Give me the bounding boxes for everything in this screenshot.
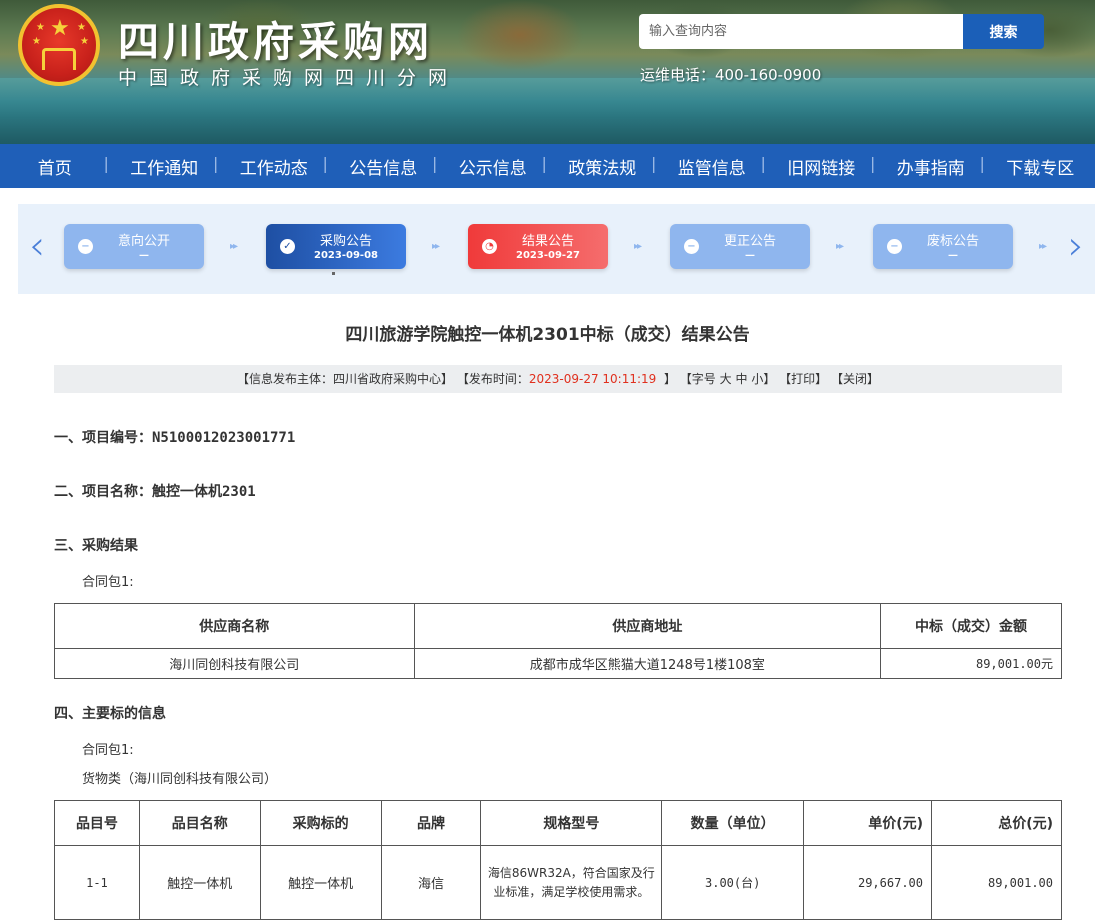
- step-date: 2023-09-27: [516, 250, 580, 261]
- column-header: 采购标的: [259, 800, 382, 846]
- nav-item-downloads[interactable]: 下载专区: [980, 154, 1095, 179]
- site-title[interactable]: 四川政府采购网: [118, 8, 433, 68]
- procurement-subject: 触控一体机: [259, 845, 382, 920]
- column-header: 供应商名称: [54, 603, 415, 649]
- table-row: 1-1 触控一体机 触控一体机 海信 海信86WR32A，符合国家及行业标准，满…: [54, 845, 1062, 920]
- nav-item-work-news[interactable]: 工作动态: [213, 154, 329, 179]
- column-header: 品牌: [380, 800, 482, 846]
- section-label: 一、项目编号：: [54, 430, 152, 446]
- step-cancellation-notice[interactable]: − 废标公告 —: [873, 224, 1013, 269]
- double-chevron-icon: ▸▸: [836, 241, 844, 252]
- publish-time: 2023-09-27 10:11:19: [528, 372, 657, 386]
- font-size-label: 【字号: [679, 372, 716, 386]
- column-header: 中标（成交）金额: [880, 603, 1062, 649]
- step-label: 更正公告: [723, 234, 776, 249]
- step-label: 结果公告: [521, 234, 574, 249]
- table-header-row: 供应商名称 供应商地址 中标（成交）金额: [54, 603, 1062, 649]
- header-banner: ★ ★ ★ ★ ★ 四川政府采购网 中国政府采购网四川分网 搜索 运维电话：40…: [0, 0, 1095, 144]
- double-chevron-icon: ▸▸: [1039, 241, 1047, 252]
- current-step-marker: [332, 272, 335, 275]
- items-table: 品目号 品目名称 采购标的 品牌 规格型号 数量（单位） 单价(元) 总价(元)…: [54, 800, 1062, 920]
- step-procurement-notice[interactable]: ✓ 采购公告 2023-09-08: [266, 224, 406, 269]
- section-label: 二、项目名称：: [54, 484, 152, 500]
- close-link[interactable]: 【关闭】: [831, 372, 879, 386]
- publish-time-end: 】: [663, 372, 676, 386]
- contract-package-label: 合同包1:: [82, 575, 134, 590]
- supplier-name: 海川同创科技有限公司: [54, 648, 415, 679]
- publisher-label: 【信息发布主体：: [236, 372, 333, 386]
- step-intention[interactable]: − 意向公开 —: [64, 224, 204, 269]
- item-number: 1-1: [54, 845, 140, 920]
- step-label: 意向公开: [117, 234, 170, 249]
- double-chevron-icon: ▸▸: [230, 241, 238, 252]
- chevron-left-icon[interactable]: ‹: [26, 226, 48, 270]
- table-row: 海川同创科技有限公司 成都市成华区熊猫大道1248号1楼108室 89,001.…: [54, 648, 1062, 679]
- step-result-notice[interactable]: ◔ 结果公告 2023-09-27: [468, 224, 608, 269]
- step-label: 废标公告: [926, 234, 979, 249]
- table-header-row: 品目号 品目名称 采购标的 品牌 规格型号 数量（单位） 单价(元) 总价(元): [54, 800, 1062, 846]
- step-label: 采购公告: [319, 234, 372, 249]
- section-project-name: 二、项目名称：触控一体机2301: [54, 481, 256, 501]
- column-header: 总价(元): [931, 800, 1062, 846]
- award-amount: 89,001.00元: [880, 648, 1062, 679]
- font-large-link[interactable]: 大: [720, 372, 732, 386]
- quantity: 3.00(台): [661, 845, 805, 920]
- minus-circle-icon: −: [684, 239, 699, 254]
- chevron-right-icon[interactable]: ›: [1065, 226, 1087, 270]
- project-name: 触控一体机2301: [152, 484, 256, 500]
- step-date: —: [948, 250, 958, 261]
- double-chevron-icon: ▸▸: [432, 241, 440, 252]
- brand: 海信: [380, 845, 482, 920]
- supplier-address: 成都市成华区熊猫大道1248号1楼108室: [413, 648, 882, 679]
- column-header: 品目名称: [138, 800, 261, 846]
- column-header: 品目号: [54, 800, 140, 846]
- step-date: —: [139, 250, 149, 261]
- nav-item-work-notice[interactable]: 工作通知: [104, 154, 220, 179]
- nav-item-guide[interactable]: 办事指南: [870, 154, 986, 179]
- section-project-number: 一、项目编号：N5100012023001771: [54, 427, 295, 447]
- search-input[interactable]: [639, 14, 963, 49]
- national-emblem-icon: ★ ★ ★ ★ ★: [18, 4, 100, 86]
- print-link[interactable]: 【打印】: [779, 372, 827, 386]
- result-table: 供应商名称 供应商地址 中标（成交）金额 海川同创科技有限公司 成都市成华区熊猫…: [54, 603, 1062, 679]
- nav-item-supervision[interactable]: 监管信息: [651, 154, 767, 179]
- column-header: 单价(元): [803, 800, 933, 846]
- column-header: 规格型号: [480, 800, 663, 846]
- item-name: 触控一体机: [138, 845, 261, 920]
- minus-circle-icon: −: [887, 239, 902, 254]
- search-button[interactable]: 搜索: [963, 14, 1044, 49]
- nav-item-announcements[interactable]: 公告信息: [323, 154, 439, 179]
- nav-item-old-site[interactable]: 旧网链接: [761, 154, 877, 179]
- publish-time-label: 【发布时间：: [456, 372, 529, 386]
- step-correction-notice[interactable]: − 更正公告 —: [670, 224, 810, 269]
- article-meta-bar: 【信息发布主体：四川省政府采购中心】 【发布时间：2023-09-27 10:1…: [54, 365, 1062, 393]
- procurement-progress: ‹ − 意向公开 — ▸▸ ✓ 采购公告 2023-09-08 ▸▸ ◔ 结果公…: [18, 204, 1095, 294]
- site-subtitle: 中国政府采购网四川分网: [118, 67, 460, 89]
- check-circle-icon: ✓: [280, 239, 295, 254]
- nav-item-policy[interactable]: 政策法规: [542, 154, 658, 179]
- publisher: 四川省政府采购中心】: [332, 372, 453, 386]
- unit-price: 29,667.00: [803, 845, 933, 920]
- column-header: 供应商地址: [413, 603, 882, 649]
- goods-category: 货物类（海川同创科技有限公司）: [82, 772, 278, 787]
- total-price: 89,001.00: [931, 845, 1062, 920]
- hotline-text: 运维电话：400-160-0900: [640, 66, 822, 84]
- font-medium-link[interactable]: 中: [735, 372, 747, 386]
- section-procurement-result: 三、采购结果: [54, 538, 138, 554]
- section-main-items: 四、主要标的信息: [54, 706, 166, 722]
- minus-circle-icon: −: [78, 239, 93, 254]
- main-nav: 首页 工作通知 工作动态 公告信息 公示信息 政策法规 监管信息 旧网链接 办事…: [0, 144, 1095, 188]
- font-small-link[interactable]: 小】: [751, 372, 775, 386]
- clock-icon: ◔: [482, 239, 497, 254]
- nav-item-publicity[interactable]: 公示信息: [432, 154, 548, 179]
- article-title: 四川旅游学院触控一体机2301中标（成交）结果公告: [345, 325, 750, 345]
- contract-package-label: 合同包1:: [82, 743, 134, 758]
- nav-item-home[interactable]: 首页: [0, 154, 110, 179]
- step-date: —: [745, 250, 755, 261]
- column-header: 数量（单位）: [661, 800, 805, 846]
- spec-model: 海信86WR32A，符合国家及行业标准，满足学校使用需求。: [480, 845, 663, 920]
- step-date: 2023-09-08: [314, 250, 378, 261]
- double-chevron-icon: ▸▸: [634, 241, 642, 252]
- project-number: N5100012023001771: [152, 430, 296, 446]
